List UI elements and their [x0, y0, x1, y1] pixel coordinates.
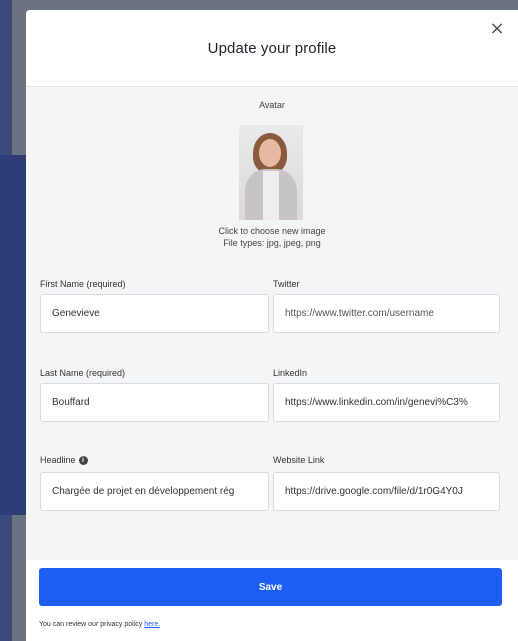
- linkedin-label: LinkedIn: [273, 368, 307, 378]
- headline-input[interactable]: Chargée de projet en développement rég: [40, 472, 269, 511]
- avatar-hint-filetypes: File types: jpg, jpeg, png: [223, 238, 321, 248]
- website-input[interactable]: https://drive.google.com/file/d/1r0G4Y0J: [273, 472, 500, 511]
- profile-modal: Update your profile × Avatar Click to ch…: [26, 10, 518, 641]
- twitter-label-text: Twitter: [273, 279, 300, 289]
- modal-body: Avatar Click to choose new image File ty…: [26, 87, 518, 560]
- info-icon[interactable]: i: [78, 455, 88, 465]
- modal-title: Update your profile: [207, 39, 337, 57]
- modal-header: Update your profile ×: [26, 10, 518, 87]
- save-button[interactable]: Save: [39, 568, 502, 606]
- privacy-note: You can review our privacy policy here.: [39, 621, 160, 628]
- last-name-label: Last Name (required): [40, 368, 125, 378]
- avatar-hint: Click to choose new image File types: jp…: [26, 225, 518, 249]
- avatar-face: [259, 139, 281, 167]
- first-name-label-text: First Name (required): [40, 279, 126, 289]
- website-label-text: Website Link: [273, 455, 325, 465]
- avatar-shirt: [263, 171, 279, 220]
- linkedin-label-text: LinkedIn: [273, 368, 308, 378]
- privacy-link[interactable]: here.: [144, 621, 160, 628]
- first-name-input[interactable]: Genevieve: [40, 294, 269, 333]
- headline-label-text: Headline: [40, 455, 76, 465]
- backdrop-sidebar: [0, 155, 26, 515]
- last-name-label-text: Last Name (required): [40, 368, 126, 378]
- avatar-hint-choose: Click to choose new image: [218, 226, 326, 236]
- headline-label: Headline i: [40, 455, 88, 465]
- twitter-label: Twitter: [273, 279, 300, 289]
- modal-footer: Save You can review our privacy policy h…: [26, 560, 518, 641]
- avatar-image[interactable]: [239, 125, 303, 220]
- last-name-input[interactable]: Bouffard: [40, 383, 269, 422]
- privacy-text: You can review our privacy policy: [39, 621, 143, 628]
- close-icon[interactable]: ×: [488, 20, 506, 38]
- avatar-label: Avatar: [259, 100, 285, 110]
- twitter-input[interactable]: https://www.twitter.com/username: [273, 294, 500, 333]
- first-name-label: First Name (required): [40, 279, 126, 289]
- website-label: Website Link: [273, 455, 324, 465]
- linkedin-input[interactable]: https://www.linkedin.com/in/genevi%C3%: [273, 383, 500, 422]
